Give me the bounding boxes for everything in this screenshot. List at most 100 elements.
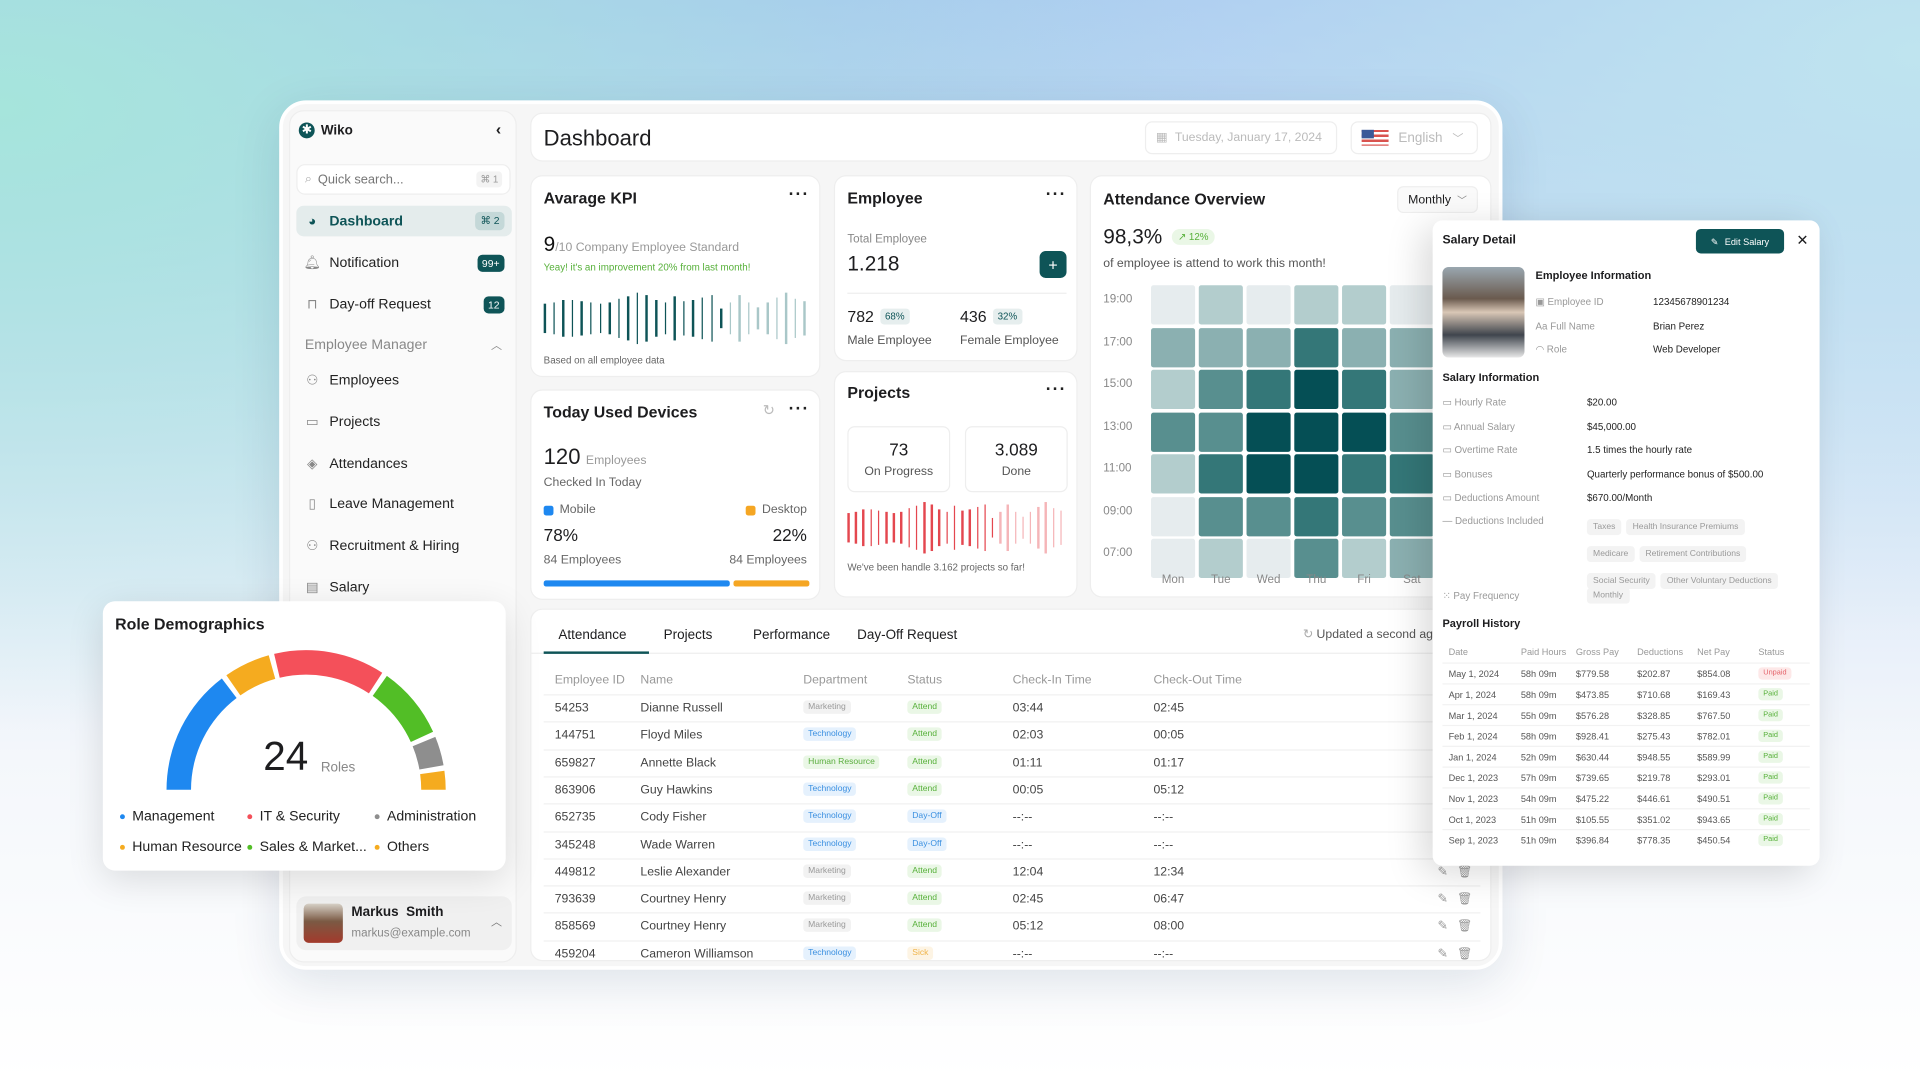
column-header[interactable]: Name [640, 673, 673, 686]
trash-icon[interactable]: 🗑︎ [1457, 865, 1473, 878]
sidebar-item-dashboard[interactable]: ◕ Dashboard ⌘ 2 [296, 205, 512, 237]
sidebar-item-projects[interactable]: ▭ Projects [296, 407, 512, 438]
heatmap-cell[interactable] [1151, 454, 1196, 494]
sidebar-item-day-off-request[interactable]: ⊓ Day-off Request 12 [296, 289, 512, 320]
logo[interactable]: ✱ Wiko [298, 122, 353, 139]
heatmap-cell[interactable] [1151, 496, 1196, 536]
table-row[interactable]: 659827 Annette Black Human Resource Attend 0… [543, 748, 1481, 776]
sidebar-item-recruitment[interactable]: ⚇ Recruitment & Hiring [296, 530, 512, 561]
payroll-row[interactable]: Mar 1, 2024 55h 09m $576.28 $328.85 $767.50 P… [1442, 704, 1810, 725]
payroll-row[interactable]: Nov 1, 2023 54h 09m $475.22 $446.61 $490.51 P… [1442, 787, 1810, 808]
heatmap-cell[interactable] [1389, 369, 1434, 409]
gauge-segment-management[interactable] [166, 678, 237, 790]
edit-salary-button[interactable]: ✎ Edit Salary [1695, 228, 1785, 254]
heatmap-cell[interactable] [1246, 496, 1291, 536]
heatmap-cell[interactable] [1389, 454, 1434, 494]
heatmap-cell[interactable] [1246, 285, 1291, 325]
edit-icon[interactable]: ✎ [1438, 865, 1448, 878]
payroll-row[interactable]: Oct 1, 2023 51h 09m $105.55 $351.02 $943.65 P… [1442, 808, 1810, 829]
chevron-up-icon[interactable]: ︿ [491, 913, 502, 929]
column-header[interactable]: Check-Out Time [1153, 673, 1241, 686]
heatmap-cell[interactable] [1246, 369, 1291, 409]
heatmap-cell[interactable] [1246, 327, 1291, 367]
gauge-segment-administration[interactable] [412, 736, 444, 770]
heatmap-cell[interactable] [1151, 285, 1196, 325]
heatmap-cell[interactable] [1246, 412, 1291, 452]
heatmap-cell[interactable] [1389, 285, 1434, 325]
heatmap-cell[interactable] [1198, 369, 1243, 409]
payroll-row[interactable]: Feb 1, 2024 58h 09m $928.41 $275.43 $782.01 P… [1442, 724, 1810, 746]
heatmap-cell[interactable] [1294, 496, 1339, 536]
heatmap-cell[interactable] [1389, 496, 1434, 536]
trash-icon[interactable]: 🗑︎ [1457, 947, 1473, 960]
sidebar-item-salary[interactable]: ▤ Salary [296, 572, 512, 603]
heatmap-cell[interactable] [1389, 327, 1434, 367]
payroll-row[interactable]: Sep 1, 2023 51h 09m $396.84 $778.35 $450.54 P… [1442, 828, 1810, 850]
heatmap-cell[interactable] [1198, 454, 1243, 494]
heatmap-cell[interactable] [1294, 285, 1339, 325]
column-header[interactable]: Department [803, 673, 867, 686]
payroll-row[interactable]: Dec 1, 2023 57h 09m $739.65 $219.78 $293.01 P… [1442, 766, 1810, 788]
heatmap-cell[interactable] [1294, 412, 1339, 452]
table-row[interactable]: 54253 Dianne Russell Marketing Attend 03:44 0… [543, 694, 1481, 721]
heatmap-cell[interactable] [1198, 285, 1243, 325]
edit-icon[interactable]: ✎ [1438, 893, 1448, 906]
heatmap-cell[interactable] [1198, 327, 1243, 367]
heatmap-cell[interactable] [1342, 454, 1387, 494]
edit-icon[interactable]: ✎ [1438, 920, 1448, 933]
table-row[interactable]: 652735 Cody Fisher Technology Day-Off --:-- -… [543, 803, 1481, 830]
refresh-icon[interactable]: ↻ [1303, 628, 1313, 641]
heatmap-cell[interactable] [1294, 454, 1339, 494]
payroll-row[interactable]: May 1, 2024 58h 09m $779.58 $202.87 $854.08 U… [1442, 662, 1810, 683]
user-card[interactable]: Markus Smith markus@example.com ︿ [296, 896, 512, 951]
search-input[interactable] [317, 172, 465, 187]
done-box[interactable]: 3.089 Done [964, 426, 1068, 493]
column-header[interactable]: Check-In Time [1013, 673, 1092, 686]
heatmap-cell[interactable] [1151, 412, 1196, 452]
language-select[interactable]: English ﹀ [1350, 121, 1478, 155]
trash-icon[interactable]: 🗑︎ [1457, 893, 1473, 906]
edit-icon[interactable]: ✎ [1438, 947, 1448, 960]
quick-search[interactable]: ⌕ ⌘ 1 [296, 164, 511, 195]
table-row[interactable]: 345248 Wade Warren Technology Day-Off --:-- -… [543, 830, 1481, 858]
table-row[interactable]: 793639 Courtney Henry Marketing Attend 02:45… [543, 885, 1481, 912]
trash-icon[interactable]: 🗑︎ [1457, 920, 1473, 933]
gauge-segment-others[interactable] [420, 770, 446, 790]
gauge-segment-it-security[interactable] [274, 650, 383, 694]
heatmap-cell[interactable] [1342, 369, 1387, 409]
date-picker[interactable]: ▦ Tuesday, January 17, 2024 [1144, 121, 1338, 155]
more-icon[interactable]: ··· [789, 398, 810, 418]
heatmap-cell[interactable] [1342, 327, 1387, 367]
close-icon[interactable]: ✕ [1796, 231, 1808, 248]
heatmap-cell[interactable] [1342, 412, 1387, 452]
table-row[interactable]: 863906 Guy Hawkins Technology Attend 00:05 05… [543, 776, 1481, 803]
table-row[interactable]: 858569 Courtney Henry Marketing Attend 05:12… [543, 912, 1481, 940]
heatmap-cell[interactable] [1294, 369, 1339, 409]
period-select[interactable]: Monthly ﹀ [1397, 186, 1478, 214]
heatmap-cell[interactable] [1342, 496, 1387, 536]
tab-performance[interactable]: Performance [753, 628, 830, 643]
refresh-icon[interactable]: ↻ [763, 402, 775, 419]
add-employee-button[interactable]: + [1039, 251, 1067, 278]
table-row[interactable]: 144751 Floyd Miles Technology Attend 02:03 00… [543, 721, 1481, 749]
heatmap-cell[interactable] [1342, 285, 1387, 325]
heatmap-cell[interactable] [1198, 412, 1243, 452]
tab-day-off-request[interactable]: Day-Off Request [857, 628, 957, 643]
column-header[interactable]: Employee ID [555, 673, 625, 686]
payroll-row[interactable]: Apr 1, 2024 58h 09m $473.85 $710.68 $169.43 P… [1442, 683, 1810, 704]
gauge-segment-human-resource[interactable] [226, 655, 276, 696]
heatmap-cell[interactable] [1246, 454, 1291, 494]
more-icon[interactable]: ··· [1046, 184, 1067, 204]
heatmap-cell[interactable] [1294, 327, 1339, 367]
gauge-segment-sales-market-[interactable] [372, 675, 434, 742]
sidebar-item-leave-management[interactable]: ▯ Leave Management [296, 489, 512, 520]
table-row[interactable]: 449812 Leslie Alexander Marketing Attend 12:… [543, 858, 1481, 885]
sidebar-item-employees[interactable]: ⚇ Employees [296, 365, 512, 396]
sidebar-item-attendances[interactable]: ◈ Attendances [296, 448, 512, 479]
tab-attendance[interactable]: Attendance [558, 628, 626, 643]
collapse-sidebar-icon[interactable]: ‹ [496, 120, 501, 138]
tab-projects[interactable]: Projects [664, 628, 713, 643]
more-icon[interactable]: ··· [789, 184, 810, 204]
heatmap-cell[interactable] [1389, 412, 1434, 452]
table-row[interactable]: 459204 Cameron Williamson Technology Sick --… [543, 940, 1481, 960]
